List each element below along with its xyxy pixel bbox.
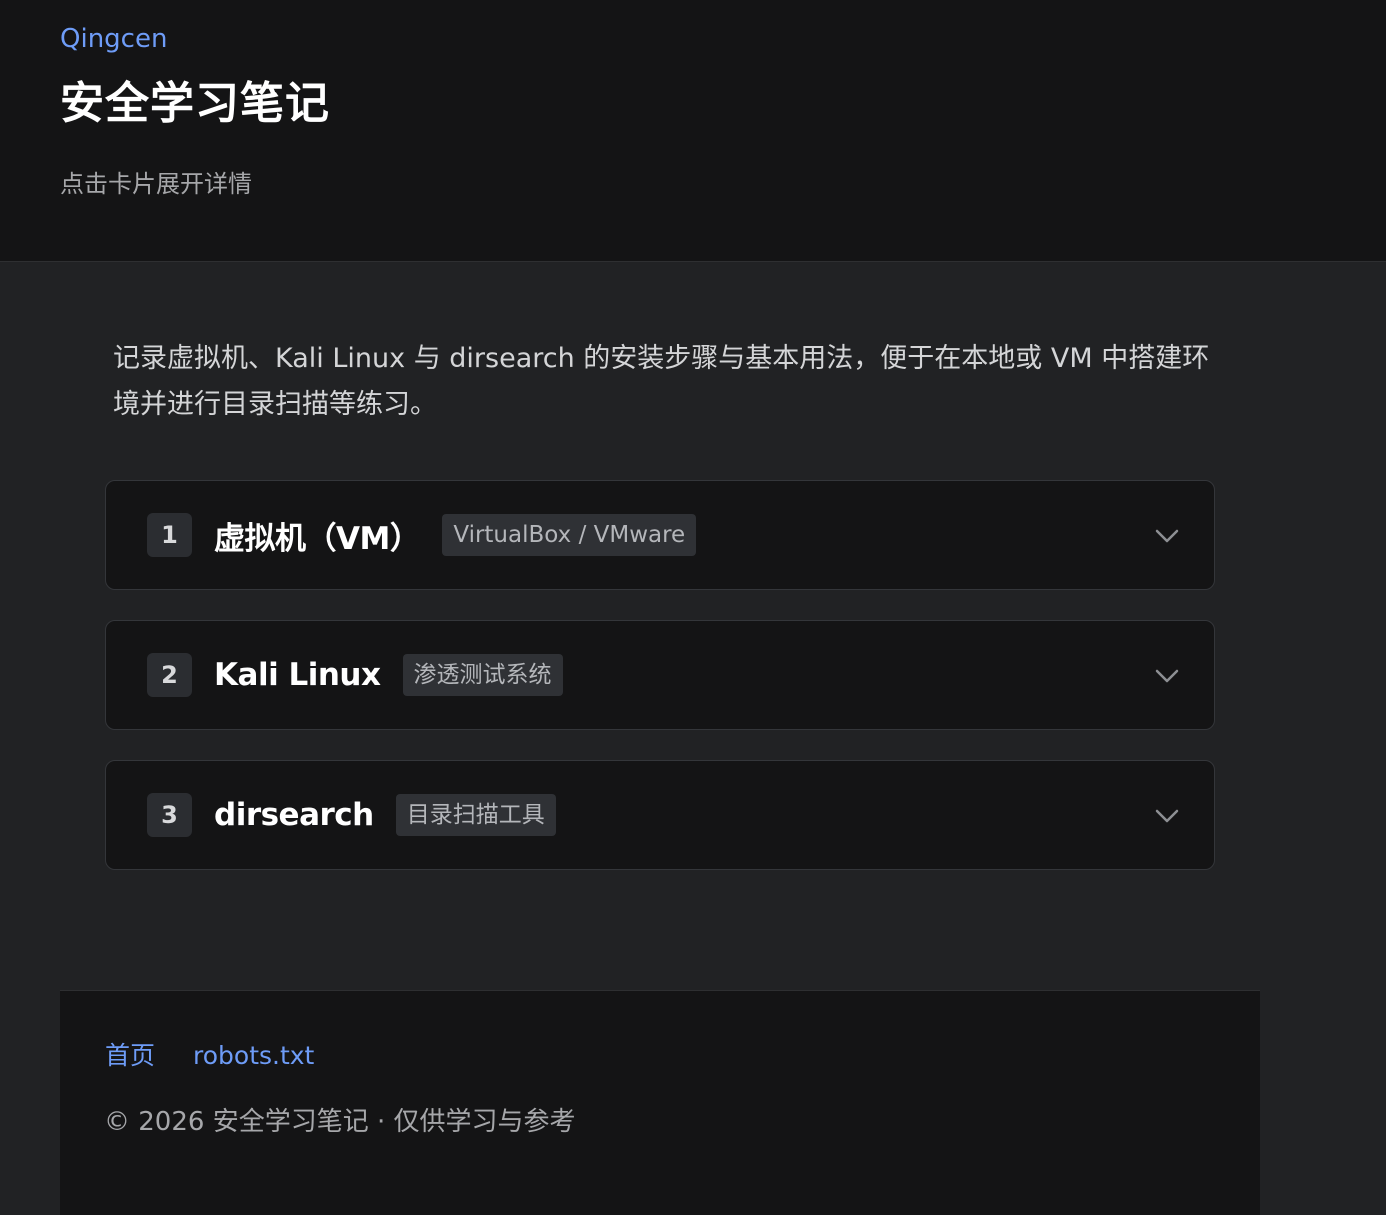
brand-link[interactable]: Qingcen <box>60 22 167 56</box>
chevron-down-icon[interactable] <box>1154 807 1180 825</box>
site-header: Qingcen 安全学习笔记 点击卡片展开详情 <box>0 0 1386 262</box>
card-tag: VirtualBox / VMware <box>442 514 697 556</box>
card-title: Kali Linux <box>214 657 381 693</box>
card-dirsearch[interactable]: 3 dirsearch 目录扫描工具 <box>105 760 1215 870</box>
card-tag: 目录扫描工具 <box>395 794 556 836</box>
card-number: 3 <box>147 793 192 837</box>
copyright-text: © 2026 安全学习笔记 · 仅供学习与参考 <box>104 1107 576 1137</box>
card-header: 虚拟机（VM） VirtualBox / VMware <box>214 509 697 561</box>
card-title: dirsearch <box>214 797 374 833</box>
card-title: 虚拟机（VM） <box>214 520 421 557</box>
card-number: 1 <box>147 513 192 557</box>
page-title: 安全学习笔记 <box>60 78 330 129</box>
card-header: dirsearch 目录扫描工具 <box>214 789 556 841</box>
page-subtitle: 点击卡片展开详情 <box>60 170 252 198</box>
site-footer: 首页 robots.txt © 2026 安全学习笔记 · 仅供学习与参考 <box>60 990 1260 1215</box>
card-kali-linux[interactable]: 2 Kali Linux 渗透测试系统 <box>105 620 1215 730</box>
card-tag: 渗透测试系统 <box>402 654 563 696</box>
card-header: Kali Linux 渗透测试系统 <box>214 649 563 701</box>
chevron-down-icon[interactable] <box>1154 527 1180 545</box>
footer-link-robots[interactable]: robots.txt <box>193 1039 314 1073</box>
footer-link-home[interactable]: 首页 <box>105 1039 155 1073</box>
intro-text: 记录虚拟机、Kali Linux 与 dirsearch 的安装步骤与基本用法，… <box>113 343 1210 420</box>
chevron-down-icon[interactable] <box>1154 667 1180 685</box>
card-number: 2 <box>147 653 192 697</box>
card-vm[interactable]: 1 虚拟机（VM） VirtualBox / VMware <box>105 480 1215 590</box>
